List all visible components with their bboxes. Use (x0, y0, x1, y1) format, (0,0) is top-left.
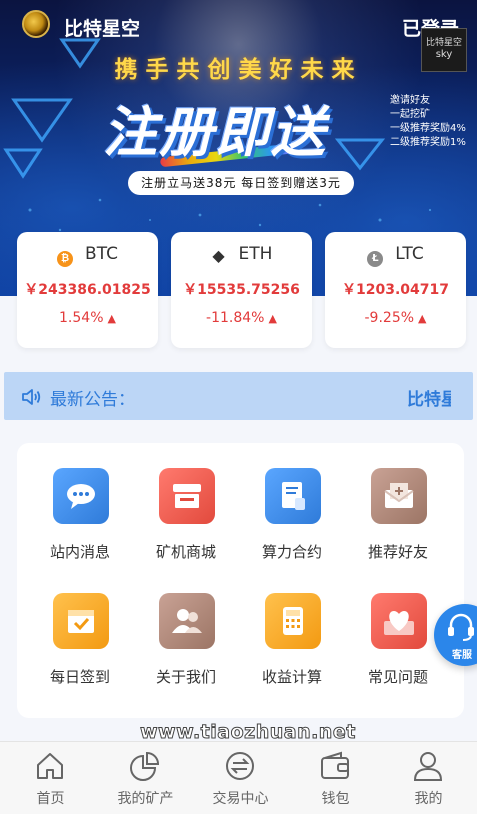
banner-slogan: 携手共创美好未来 (114, 57, 363, 83)
speaker-icon (22, 389, 41, 405)
app-name: 比特星空 (64, 18, 141, 40)
coin-price: ￥1203.04717 (342, 282, 449, 298)
register-bonus-pill: 注册立马送38元 每日签到赠送3元 (128, 171, 354, 195)
arrow-up-icon: ▲ (268, 312, 277, 325)
menu-item-label: 矿机商城 (155, 543, 216, 561)
pie-chart-icon (130, 751, 160, 781)
tab-home[interactable]: 首页 (3, 742, 98, 814)
shop-icon (159, 468, 215, 524)
user-icon (413, 752, 443, 781)
bottom-tab-bar: 首页 我的矿产 交易中心 钱包 我的 (0, 741, 477, 814)
tab-label: 首页 (36, 791, 65, 807)
promo-line: 二级推荐奖励1% (390, 137, 466, 148)
price-ticker-row: ₿ BTC ￥243386.01825 1.54% ▲ ◆ ETH ￥15535.75… (17, 232, 466, 350)
tab-label: 我的矿产 (117, 791, 174, 807)
menu-item-calculator[interactable]: 收益计算 (239, 593, 345, 703)
promo-line: 一级推荐奖励4% (390, 123, 466, 134)
change-value: -9.25% (364, 310, 415, 326)
ethereum-icon: ◆ (212, 246, 225, 265)
tab-label: 交易中心 (212, 791, 269, 807)
coin-header: ◆ ETH (171, 244, 312, 264)
exchange-icon (226, 752, 254, 780)
coin-change: -9.25% ▲ (325, 310, 466, 326)
menu-item-label: 关于我们 (155, 668, 216, 686)
heart-icon (371, 593, 427, 649)
site-watermark: www.tiaozhuan.net (140, 721, 356, 744)
wallet-icon (321, 751, 349, 779)
tab-my-mining[interactable]: 我的矿产 (98, 742, 193, 814)
menu-item-label: 常见问题 (367, 668, 428, 686)
coin-symbol: BTC (85, 244, 118, 264)
menu-item-invite[interactable]: 推荐好友 (345, 468, 451, 578)
tab-wallet[interactable]: 钱包 (288, 742, 383, 814)
promo-line: 一起挖矿 (390, 109, 430, 120)
menu-item-messages[interactable]: 站内消息 (27, 468, 133, 578)
chat-bubble-icon (53, 468, 109, 524)
menu-item-label: 推荐好友 (367, 543, 428, 561)
home-icon (37, 753, 63, 779)
menu-item-label: 收益计算 (261, 668, 322, 686)
tab-label: 钱包 (321, 791, 350, 807)
coin-header: ₿ BTC (17, 244, 158, 267)
tab-label: 我的 (414, 791, 443, 807)
coin-header: Ł LTC (325, 244, 466, 267)
headset-icon (448, 613, 474, 641)
coin-symbol: LTC (395, 244, 424, 264)
change-value: 1.54% (59, 310, 104, 326)
announcement-marquee[interactable]: 比特星空 (407, 385, 451, 410)
sky-logo-seal: 比特星空 (425, 38, 462, 48)
contract-icon (265, 468, 321, 524)
coin-change: 1.54% ▲ (17, 310, 158, 326)
change-value: -11.84% (206, 310, 265, 326)
menu-item-about[interactable]: 关于我们 (133, 593, 239, 703)
bitcoin-icon: ₿ (57, 251, 74, 267)
app-logo (22, 10, 50, 38)
announcement-title: 最新公告： (50, 390, 135, 410)
envelope-icon (371, 468, 427, 524)
coin-symbol: ETH (238, 244, 273, 264)
checkin-icon (53, 593, 109, 649)
promo-line: 邀请好友 (390, 95, 430, 106)
calculator-icon (265, 593, 321, 649)
price-card-eth[interactable]: ◆ ETH ￥15535.75256 -11.84% ▲ (171, 232, 312, 348)
tab-trading[interactable]: 交易中心 (193, 742, 288, 814)
announcement-bar[interactable]: 最新公告： 比特星空 (4, 372, 473, 420)
tab-mine[interactable]: 我的 (381, 742, 476, 814)
arrow-up-icon: ▲ (418, 312, 427, 325)
coin-price: ￥15535.75256 (183, 282, 300, 298)
coin-price: ￥243386.01825 (24, 282, 151, 298)
menu-item-label: 每日签到 (49, 668, 110, 686)
menu-item-label: 算力合约 (261, 543, 322, 561)
menu-item-label: 站内消息 (49, 543, 110, 561)
coin-change: -11.84% ▲ (171, 310, 312, 326)
menu-item-contract[interactable]: 算力合约 (239, 468, 345, 578)
people-icon (159, 593, 215, 649)
banner-headline: 注册即送 (103, 100, 327, 164)
arrow-up-icon: ▲ (107, 312, 116, 325)
menu-item-shop[interactable]: 矿机商城 (133, 468, 239, 578)
litecoin-icon: Ł (367, 251, 384, 267)
menu-item-faq[interactable]: 常见问题 (345, 593, 451, 703)
invite-promo-text: 邀请好友 一起挖矿 一级推荐奖励4% 二级推荐奖励1% (390, 94, 466, 150)
function-menu: 站内消息 矿机商城 算力合约 推荐好友 每日签到 关于我们 收益计算 常见问题 (17, 443, 464, 718)
service-label: 客服 (452, 650, 472, 661)
menu-item-checkin[interactable]: 每日签到 (27, 593, 133, 703)
price-card-ltc[interactable]: Ł LTC ￥1203.04717 -9.25% ▲ (325, 232, 466, 348)
price-card-btc[interactable]: ₿ BTC ￥243386.01825 1.54% ▲ (17, 232, 158, 348)
